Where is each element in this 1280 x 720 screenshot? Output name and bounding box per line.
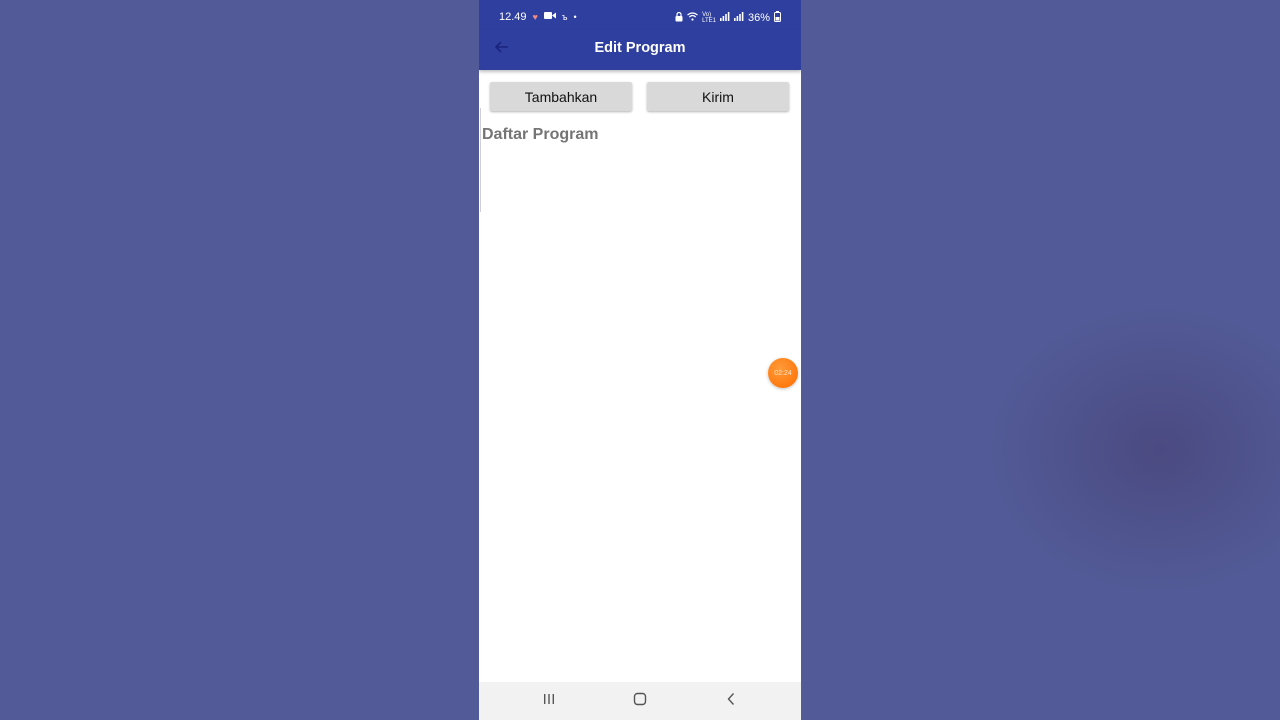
app-b-icon: ъ <box>561 11 568 22</box>
wifi-icon <box>687 12 698 24</box>
status-right: Vo) LTE1 36% <box>675 11 781 25</box>
video-call-icon <box>543 11 556 23</box>
home-icon <box>633 692 647 711</box>
signal-icon <box>733 12 744 24</box>
back-icon <box>726 692 736 711</box>
navigation-bar <box>479 682 801 720</box>
add-button[interactable]: Tambahkan <box>490 82 632 111</box>
signal-icon <box>719 12 730 24</box>
section-title: Daftar Program <box>482 126 599 143</box>
page-title: Edit Program <box>594 40 686 56</box>
send-button[interactable]: Kirim <box>647 82 789 111</box>
network-type-label: Vo) LTE1 <box>702 12 716 24</box>
list-scroll-edge <box>480 108 481 212</box>
phone-screen: 12.49 ♥ ъ • Vo) LTE1 36% Edit Program Ta… <box>479 0 801 720</box>
app-bar: Edit Program <box>479 30 801 70</box>
battery-icon <box>774 11 781 25</box>
dot-icon: • <box>573 11 577 22</box>
heart-icon: ♥ <box>532 11 538 22</box>
status-time: 12.49 <box>499 11 527 23</box>
lock-icon <box>675 11 683 25</box>
timer-text: 02:24 <box>774 369 792 377</box>
recent-apps-button[interactable] <box>538 691 560 711</box>
recent-apps-icon <box>542 692 556 710</box>
floating-timer-bubble[interactable]: 02:24 <box>768 358 798 388</box>
nav-back-button[interactable] <box>720 691 742 711</box>
status-bar: 12.49 ♥ ъ • Vo) LTE1 36% <box>479 0 801 34</box>
background-shadow <box>980 300 1280 600</box>
home-button[interactable] <box>629 691 651 711</box>
status-left: 12.49 ♥ ъ • <box>499 11 577 23</box>
battery-percent: 36% <box>747 12 770 24</box>
